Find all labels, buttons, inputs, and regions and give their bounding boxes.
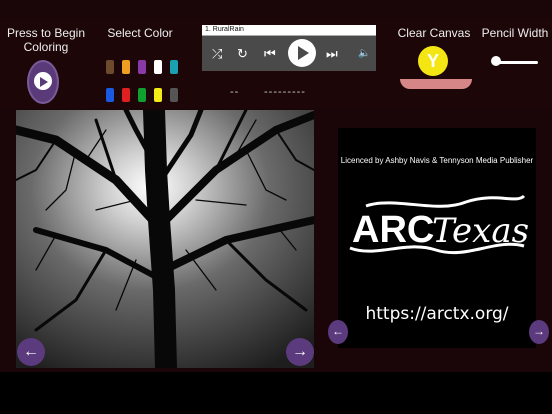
svg-text:Texas: Texas: [432, 211, 528, 251]
select-color-label: Select Color: [107, 26, 173, 40]
repeat-icon[interactable]: ↻: [237, 47, 248, 60]
color-swatch[interactable]: [122, 88, 130, 102]
license-prev-button[interactable]: ←: [328, 320, 348, 344]
previous-track-icon[interactable]: ⏮: [264, 47, 276, 60]
bottom-bar: [0, 372, 552, 414]
color-swatch[interactable]: [154, 88, 162, 102]
tree-image: [16, 110, 314, 368]
media-player: 1. RuralRain ⤮ ↻ ⏮ ⏭ 🔈: [202, 25, 376, 71]
time-display-right: ---------: [264, 86, 306, 98]
begin-coloring-button[interactable]: [27, 60, 59, 104]
pencil-width-label: Pencil Width: [481, 26, 549, 40]
color-swatch[interactable]: [170, 88, 178, 102]
color-swatch[interactable]: [138, 88, 146, 102]
color-swatch[interactable]: [138, 60, 146, 74]
volume-icon[interactable]: 🔈: [358, 47, 370, 60]
time-display-left: --: [230, 86, 240, 98]
canvas-prev-button[interactable]: ←: [17, 338, 45, 366]
clear-canvas-button[interactable]: Y: [418, 46, 448, 76]
color-swatch[interactable]: [122, 60, 130, 74]
color-swatch[interactable]: [170, 60, 178, 74]
color-swatch[interactable]: [106, 60, 114, 74]
svg-text:ARC: ARC: [352, 209, 434, 251]
license-text: Licenced by Ashby Navis & Tennyson Media…: [340, 156, 534, 165]
track-title: 1. RuralRain: [202, 25, 376, 36]
arctexas-logo: ARC Texas: [349, 194, 528, 255]
coloring-canvas[interactable]: [16, 110, 314, 368]
player-controls: ⤮ ↻ ⏮ ⏭ 🔈: [202, 36, 376, 71]
license-panel: Licenced by Ashby Navis & Tennyson Media…: [338, 128, 536, 348]
play-icon: [298, 46, 309, 60]
shuffle-icon[interactable]: ⤮: [212, 47, 222, 60]
begin-coloring-label: Press to Begin Coloring: [2, 26, 90, 54]
app: Press to Begin Coloring Select Color 1. …: [0, 0, 552, 414]
license-url[interactable]: https://arctx.org/: [338, 304, 536, 324]
begin-coloring-text: Press to Begin Coloring: [6, 26, 86, 54]
license-next-button[interactable]: →: [529, 320, 549, 344]
next-track-icon[interactable]: ⏭: [326, 47, 338, 60]
color-swatch[interactable]: [106, 88, 114, 102]
clear-canvas-label: Clear Canvas: [397, 26, 471, 40]
play-triangle: [40, 77, 48, 87]
canvas-next-button[interactable]: →: [286, 338, 314, 366]
color-swatch[interactable]: [154, 60, 162, 74]
play-button[interactable]: [288, 39, 316, 67]
clear-canvas-tray: [400, 79, 472, 89]
